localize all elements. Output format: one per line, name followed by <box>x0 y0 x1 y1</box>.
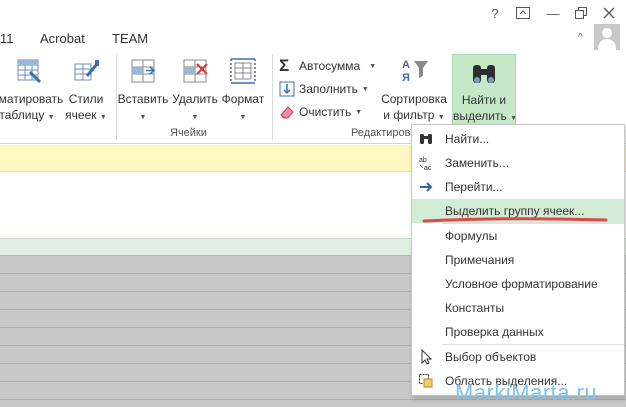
watermark: MarkiMarta.ru <box>455 380 598 405</box>
help-button[interactable]: ? <box>482 2 508 24</box>
menu-item-constants[interactable]: Константы <box>412 296 624 320</box>
menu-item-goto[interactable]: Перейти... <box>412 175 624 199</box>
title-bar: ? — <box>0 0 626 28</box>
binoculars-icon <box>473 65 495 83</box>
menu-item-replace[interactable]: ab ac Заменить... <box>412 151 624 175</box>
fill-down-icon <box>279 81 295 97</box>
menu-item-data-validation[interactable]: Проверка данных <box>412 320 624 344</box>
red-underline-annotation <box>422 217 608 223</box>
svg-text:ac: ac <box>424 165 432 171</box>
eraser-icon <box>280 106 294 119</box>
clear-button[interactable]: Очистить ▼ <box>279 102 362 122</box>
menu-item-conditional-formatting[interactable]: Условное форматирование <box>412 272 624 296</box>
menu-item-formulas[interactable]: Формулы <box>412 224 624 248</box>
restore-button[interactable] <box>568 2 594 24</box>
format-button[interactable]: Формат ▼ <box>219 50 267 126</box>
binoculars-icon <box>420 134 432 144</box>
format-cells-icon <box>230 58 256 84</box>
selection-pane-icon <box>419 374 433 388</box>
close-icon <box>603 7 615 19</box>
insert-button[interactable]: Вставить ▼ <box>117 50 169 126</box>
svg-text:Я: Я <box>402 72 410 84</box>
delete-button[interactable]: Удалить ▼ <box>170 50 220 126</box>
menu-item-find[interactable]: Найти... <box>412 127 624 151</box>
replace-icon: abac <box>419 157 432 171</box>
arrow-right-icon <box>420 182 433 192</box>
minimize-button[interactable]: — <box>540 2 566 24</box>
cell-styles-button[interactable]: Стили ячеек ▼ <box>62 50 110 126</box>
sort-filter-icon: A Я <box>402 59 428 84</box>
delete-cells-icon <box>183 59 208 83</box>
format-as-table-button[interactable]: рматировать таблицу ▼ <box>0 50 63 126</box>
find-select-button[interactable]: Найти и выделить ▼ <box>452 54 517 126</box>
tab-11[interactable]: 11 <box>0 31 14 46</box>
editing-group-label: Редактирова <box>351 127 417 139</box>
menu-item-comments[interactable]: Примечания <box>412 248 624 272</box>
svg-text:A: A <box>402 59 410 71</box>
fill-button[interactable]: Заполнить ▼ <box>279 79 369 99</box>
menu-item-select-objects[interactable]: Выбор объектов <box>412 345 624 369</box>
ribbon-tabs: 11 Acrobat TEAM <box>0 28 626 50</box>
collapse-ribbon-button[interactable]: ^ <box>578 32 583 43</box>
group-separator <box>272 54 273 140</box>
cursor-icon <box>421 349 433 365</box>
format-table-icon <box>17 59 42 84</box>
autosum-button[interactable]: Σ Автосумма ▼ <box>279 56 376 76</box>
tab-team[interactable]: TEAM <box>112 31 148 46</box>
restore-icon <box>575 7 587 19</box>
svg-text:ab: ab <box>419 157 427 164</box>
close-button[interactable] <box>596 2 622 24</box>
sort-filter-button[interactable]: A Я Сортировка и фильтр ▼ <box>380 50 448 126</box>
cell-styles-icon <box>74 60 99 81</box>
avatar[interactable] <box>594 24 620 50</box>
sigma-icon: Σ <box>279 56 290 75</box>
insert-cells-icon <box>131 59 156 83</box>
find-select-menu: Найти... ab ac Заменить... Перейти... Выд… <box>411 124 625 396</box>
ribbon-display-options-button[interactable] <box>510 2 536 24</box>
cells-group-label: Ячейки <box>170 127 207 139</box>
tab-acrobat[interactable]: Acrobat <box>40 31 85 46</box>
ribbon-display-icon <box>516 7 530 19</box>
